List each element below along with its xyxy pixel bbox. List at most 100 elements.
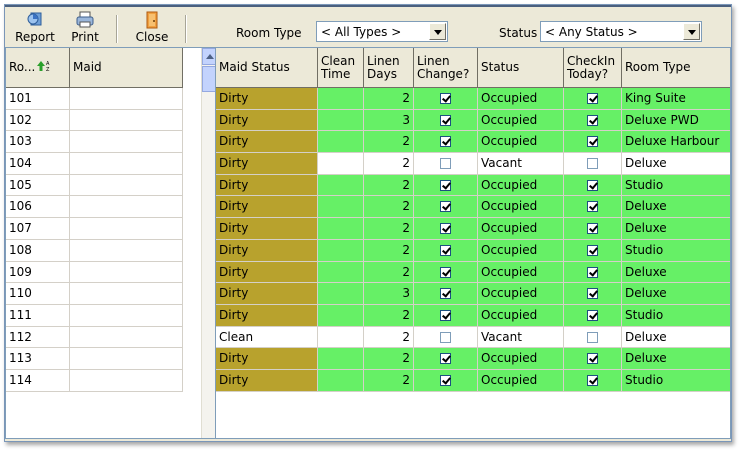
checkin-today-checkbox[interactable] [587,158,598,170]
cell-maid-status[interactable]: Dirty [216,88,318,110]
table-row[interactable]: Dirty 2 Occupied Deluxe Harbour [216,131,730,154]
cell-checkin-today[interactable] [564,196,622,219]
cell-room-number[interactable]: 105 [6,174,70,197]
cell-room-type[interactable]: Deluxe [622,283,730,305]
cell-maid[interactable] [70,131,183,154]
cell-checkin-today[interactable] [564,369,622,392]
cell-room-type[interactable]: Studio [622,369,730,392]
cell-status[interactable]: Occupied [478,283,564,305]
cell-maid-status[interactable]: Dirty [216,174,318,197]
cell-linen-change[interactable] [414,153,478,175]
cell-maid[interactable] [70,326,183,349]
cell-clean-time[interactable] [318,174,364,197]
cell-checkin-today[interactable] [564,239,622,262]
table-row[interactable]: Dirty 2 Occupied Studio [216,239,730,262]
cell-linen-change[interactable] [414,196,478,219]
cell-linen-change[interactable] [414,218,478,240]
cell-room-number[interactable]: 110 [6,283,70,305]
cell-clean-time[interactable] [318,131,364,154]
cell-checkin-today[interactable] [564,109,622,132]
cell-checkin-today[interactable] [564,261,622,284]
cell-maid[interactable] [70,109,183,132]
cell-maid-status[interactable]: Dirty [216,348,318,370]
room-type-dropdown-icon[interactable] [429,23,446,40]
cell-clean-time[interactable] [318,261,364,284]
status-dropdown-icon[interactable] [683,23,700,40]
table-row[interactable]: Dirty 2 Vacant Deluxe [216,153,730,175]
column-header-checkin-today[interactable]: CheckIn Today? [564,48,622,88]
cell-clean-time[interactable] [318,153,364,175]
table-row[interactable]: 111 [6,304,183,327]
cell-room-type[interactable]: Deluxe [622,348,730,370]
cell-room-type[interactable]: Deluxe Harbour [622,131,730,154]
cell-maid[interactable] [70,304,183,327]
cell-room-type[interactable]: Deluxe PWD [622,109,730,132]
table-row[interactable]: Dirty 2 Occupied Deluxe [216,348,730,370]
cell-linen-days[interactable]: 2 [364,304,414,327]
cell-clean-time[interactable] [318,88,364,110]
cell-status[interactable]: Vacant [478,326,564,349]
cell-clean-time[interactable] [318,326,364,349]
cell-linen-days[interactable]: 2 [364,369,414,392]
status-select[interactable]: < Any Status > [540,21,702,42]
cell-linen-days[interactable]: 2 [364,88,414,110]
checkin-today-checkbox[interactable] [587,288,598,300]
cell-maid-status[interactable]: Dirty [216,261,318,284]
linen-change-checkbox[interactable] [440,288,451,300]
column-header-status[interactable]: Status [478,48,564,88]
cell-linen-days[interactable]: 2 [364,153,414,175]
checkin-today-checkbox[interactable] [587,201,598,213]
table-row[interactable]: 103 [6,131,183,154]
cell-room-type[interactable]: Deluxe [622,326,730,349]
cell-clean-time[interactable] [318,109,364,132]
table-row[interactable]: 110 [6,283,183,305]
table-row[interactable]: 104 [6,153,183,175]
cell-maid[interactable] [70,261,183,284]
table-row[interactable]: Dirty 2 Occupied Studio [216,174,730,197]
cell-room-number[interactable]: 108 [6,239,70,262]
cell-linen-days[interactable]: 2 [364,131,414,154]
cell-linen-change[interactable] [414,283,478,305]
table-row[interactable]: Dirty 2 Occupied Deluxe [216,218,730,240]
cell-checkin-today[interactable] [564,174,622,197]
checkin-today-checkbox[interactable] [587,136,598,148]
linen-change-checkbox[interactable] [440,201,451,213]
cell-linen-change[interactable] [414,304,478,327]
table-row[interactable]: 109 [6,261,183,284]
table-row[interactable]: 113 [6,348,183,370]
checkin-today-checkbox[interactable] [587,266,598,278]
cell-room-number[interactable]: 113 [6,348,70,370]
cell-linen-days[interactable]: 2 [364,348,414,370]
cell-status[interactable]: Occupied [478,261,564,284]
table-row[interactable]: Dirty 2 Occupied Deluxe [216,196,730,219]
cell-status[interactable]: Occupied [478,369,564,392]
cell-checkin-today[interactable] [564,88,622,110]
checkin-today-checkbox[interactable] [587,244,598,256]
cell-room-number[interactable]: 109 [6,261,70,284]
cell-maid-status[interactable]: Dirty [216,131,318,154]
cell-room-number[interactable]: 112 [6,326,70,349]
cell-linen-days[interactable]: 2 [364,174,414,197]
cell-room-number[interactable]: 111 [6,304,70,327]
cell-maid[interactable] [70,174,183,197]
cell-room-type[interactable]: Studio [622,174,730,197]
cell-linen-days[interactable]: 2 [364,261,414,284]
linen-change-checkbox[interactable] [440,244,451,256]
table-row[interactable]: 114 [6,369,183,392]
cell-maid[interactable] [70,283,183,305]
cell-maid-status[interactable]: Dirty [216,153,318,175]
cell-maid-status[interactable]: Dirty [216,304,318,327]
cell-clean-time[interactable] [318,218,364,240]
cell-checkin-today[interactable] [564,218,622,240]
cell-maid-status[interactable]: Dirty [216,239,318,262]
cell-checkin-today[interactable] [564,283,622,305]
checkin-today-checkbox[interactable] [587,353,598,365]
table-row[interactable]: 108 [6,239,183,262]
linen-change-checkbox[interactable] [440,223,451,235]
cell-maid[interactable] [70,88,183,110]
cell-room-number[interactable]: 102 [6,109,70,132]
column-header-clean-time[interactable]: Clean Time [318,48,364,88]
cell-maid-status[interactable]: Dirty [216,283,318,305]
cell-linen-change[interactable] [414,369,478,392]
cell-room-type[interactable]: Deluxe [622,218,730,240]
